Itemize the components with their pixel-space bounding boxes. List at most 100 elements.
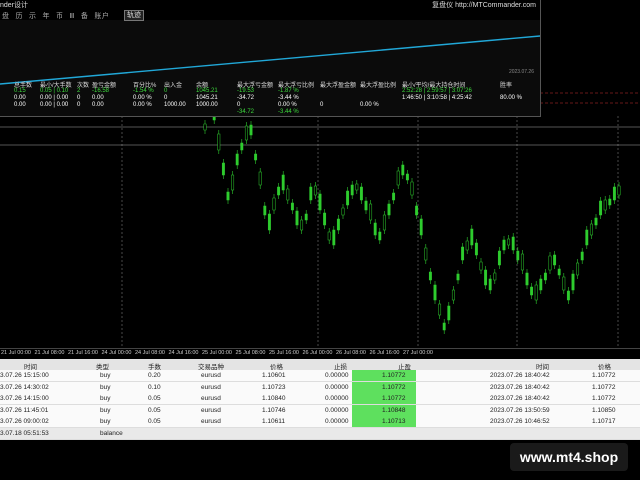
candle-body (465, 240, 469, 251)
table-row[interactable]: 3.07.26 11:45:01 buy 0.05 eurusd 1.10746 0.00… (0, 404, 640, 417)
table-row[interactable]: 3.07.26 14:15:00 buy 0.05 eurusd 1.10840 0.00… (0, 393, 640, 405)
candle-body (589, 223, 593, 236)
candle-body (277, 186, 281, 196)
panel-title: nder设计 (0, 2, 29, 9)
candle-body (249, 124, 253, 136)
cell-type: buy (100, 395, 111, 402)
cell-sl: 0.00000 (325, 372, 349, 379)
candle-body (576, 262, 580, 276)
cell-close-time: 2023.07.26 18:40:42 (490, 395, 550, 402)
cell-open-time: 3.07.26 15:15:00 (0, 372, 49, 379)
cell-symbol: eurusd (201, 372, 221, 379)
cell-open-time: 3.07.26 09:00:02 (0, 418, 49, 425)
stats-cell: 2:52:28 | 2:59:57 | 3:07:26 (402, 88, 472, 94)
cell-close-price: 1.10772 (592, 395, 616, 402)
candle-body (470, 228, 474, 246)
stats-cell: -3.44 % (278, 109, 299, 115)
menu-item[interactable]: 币 (56, 13, 64, 20)
stats-cell: 0 (77, 95, 81, 101)
candle-body (617, 185, 621, 196)
cell-close-time: 2023.07.26 18:40:42 (490, 383, 550, 391)
cell-close-price: 1.10717 (592, 418, 616, 425)
table-row[interactable]: 3.07.26 09:00:02 buy 0.05 eurusd 1.10611 0.00… (0, 416, 640, 428)
stats-cell: 0.15 (14, 88, 26, 94)
panel-topbar: nder设计 复盘仪 http://MTCommander.com 盘历示年币Ⅲ… (0, 0, 540, 21)
cell-close-time: 2023.07.26 13:50:59 (490, 406, 550, 414)
cell-open-time: 3.07.26 11:45:01 (0, 406, 49, 414)
panel-brand: 复盘仪 http://MTCommander.com (432, 2, 536, 9)
menu-item[interactable]: 账户 (94, 13, 109, 20)
candle-body (488, 278, 492, 291)
stats-cell: 0 (77, 102, 81, 108)
cell-price: 1.10746 (262, 406, 286, 414)
stats-cell: 2 (77, 88, 81, 94)
candle-body (369, 203, 373, 221)
table-row[interactable]: 3.07.26 14:30:02 buy 0.10 eurusd 1.10723 0.00… (0, 381, 640, 394)
candle-body (451, 289, 455, 301)
menu-item[interactable]: 示 (29, 13, 37, 20)
cell-close-time: 2023.07.26 10:46:52 (490, 418, 550, 425)
cell-tp: 1.10772 (382, 372, 406, 379)
stats-cell: 1045.21 (196, 95, 218, 101)
cell-type: balance (100, 429, 123, 437)
candle-body (373, 222, 377, 236)
menu-item[interactable]: 盘 (2, 13, 10, 20)
candle-body (534, 284, 538, 301)
candle-body (461, 246, 465, 261)
candle-body (484, 269, 488, 286)
menu-item[interactable]: 备 (81, 13, 89, 20)
stats-cell: 0.00 % (278, 102, 297, 108)
time-axis-label: 24 Jul 16:00 (168, 350, 199, 356)
stats-cell: -19.53 (237, 88, 255, 94)
candle-body (553, 254, 557, 266)
table-row[interactable]: 3.07.26 15:15:00 buy 0.20 eurusd 1.10601 0.00… (0, 370, 640, 382)
time-axis-label: 26 Jul 16:00 (369, 350, 400, 356)
candle-body (355, 183, 359, 191)
time-axis: 21 Jul 00:00 21 Jul 08:00 21 Jul 16:00 24 J… (0, 348, 640, 359)
cell-type: buy (100, 406, 111, 414)
cell-type: buy (100, 418, 111, 425)
cell-tp: 1.10772 (382, 395, 406, 402)
cell-price: 1.10611 (262, 418, 286, 425)
time-axis-label: 27 Jul 00:00 (403, 350, 433, 356)
candle-body (585, 229, 589, 246)
equity-line (0, 35, 540, 85)
cell-symbol: eurusd (201, 383, 221, 391)
stats-cell: 0.00 (92, 102, 104, 108)
orders-table: 时间 类型 手数 交易品种 价格 止损 止盈 时间 价格 3.07.26 15:15:00 buy… (0, 359, 640, 440)
cell-open-time: 3.07.26 14:15:00 (0, 395, 49, 402)
candle-body (539, 278, 543, 291)
cell-type: buy (100, 383, 111, 391)
candle-body (327, 231, 331, 241)
panel-date: 2023.07.26 (508, 69, 534, 75)
candle-body (226, 191, 230, 201)
menu-item[interactable]: 历 (16, 13, 24, 20)
time-axis-label: 25 Jul 00:00 (202, 350, 232, 356)
candle-body (415, 205, 419, 216)
candle-body (507, 238, 511, 246)
cell-price: 1.10723 (262, 383, 286, 391)
candle-body (433, 284, 437, 301)
candle-body (240, 142, 244, 151)
candle-body (548, 255, 552, 271)
report-panel: nder设计 复盘仪 http://MTCommander.com 盘历示年币Ⅲ… (0, 0, 541, 117)
candle-body (263, 205, 267, 216)
candle-body (286, 188, 290, 201)
candle-body (267, 213, 271, 231)
cell-close-price: 1.10772 (592, 383, 616, 391)
menu-item[interactable]: 年 (43, 13, 51, 20)
cell-lots: 0.20 (148, 372, 161, 379)
candle-body (543, 272, 547, 281)
candle-body (447, 305, 451, 321)
candle-body (497, 250, 501, 266)
candle-body (318, 193, 322, 211)
table-row[interactable]: 3.07.18 05:51:53 balance (0, 427, 640, 440)
cell-close-price: 1.10772 (592, 372, 616, 379)
candle-body (520, 253, 524, 271)
stats-cell: -16.58 (92, 88, 110, 94)
candle-body (479, 261, 483, 271)
stats-row: -34.72 -3.44 % (0, 109, 540, 117)
candle-body (203, 123, 207, 131)
candle-body (254, 153, 258, 161)
menu-item[interactable]: Ⅲ (70, 13, 75, 20)
